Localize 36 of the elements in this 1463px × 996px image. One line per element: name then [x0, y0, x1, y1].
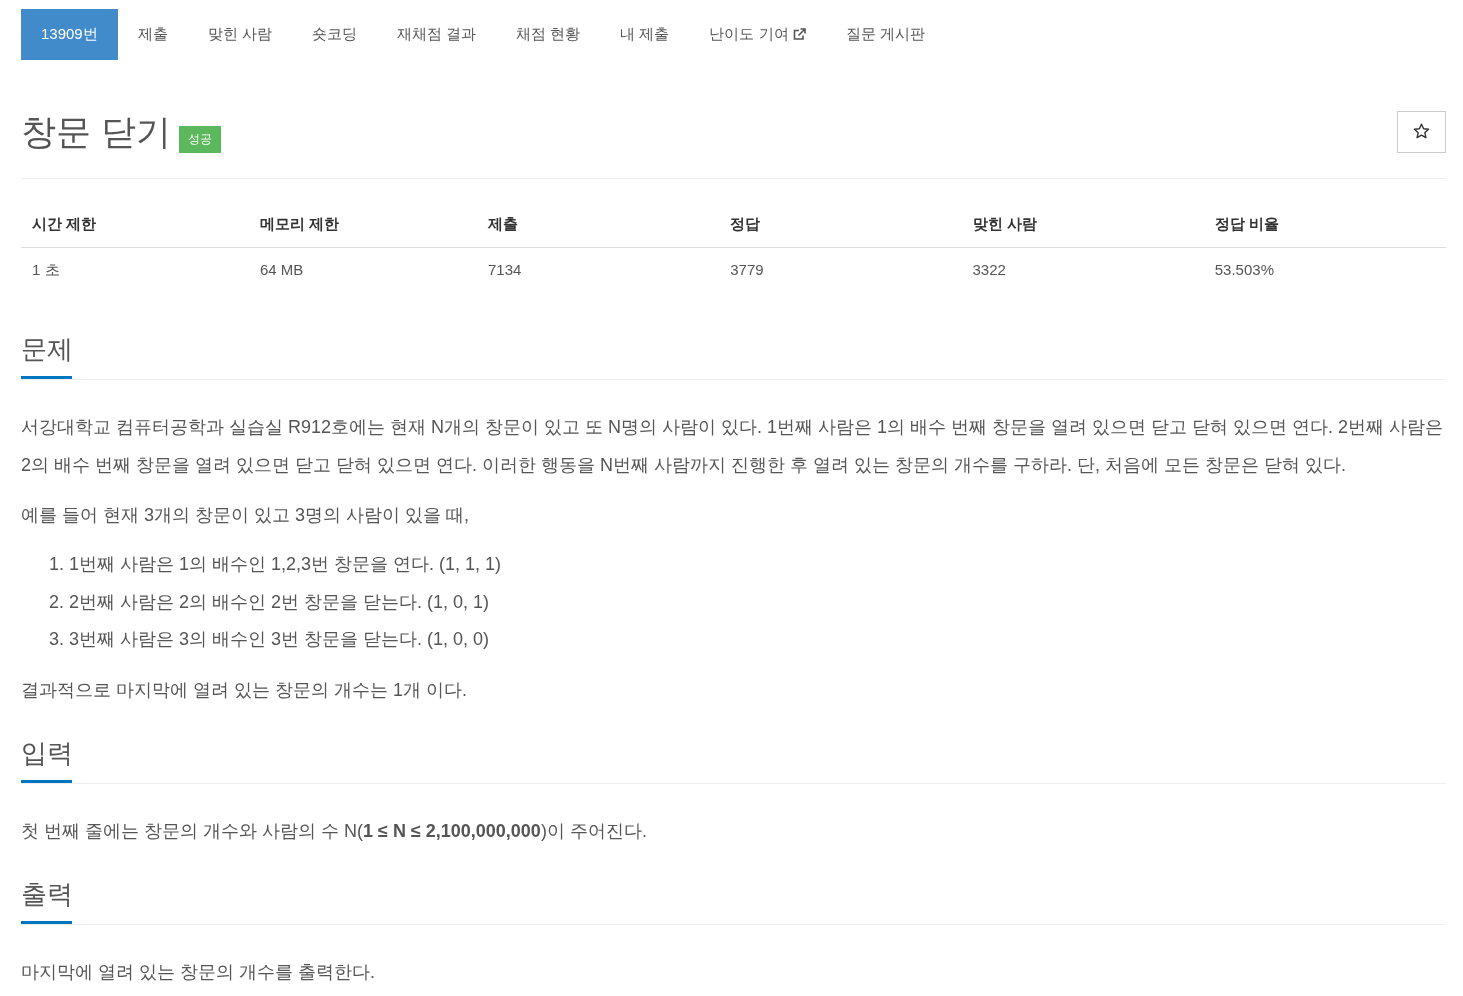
column-header: 메모리 제한	[249, 201, 477, 248]
paragraph: 결과적으로 마지막에 열려 있는 창문의 개수는 1개 이다.	[21, 678, 469, 702]
list-item: 1. 1번째 사람은 1의 배수인 1,2,3번 창문을 연다. (1, 1, 1)	[49, 553, 503, 576]
nav-tab[interactable]: 13909번	[21, 9, 118, 60]
nav-tab[interactable]: 질문 게시판	[825, 9, 945, 60]
paragraph: 첫 번째 줄에는 창문의 개수와 사람의 수 N(1 ≤ N ≤ 2,100,000,000)이 주어진다.	[21, 819, 648, 843]
nav-tab[interactable]: 채점 현황	[496, 9, 601, 60]
status-badge: 성공	[178, 126, 221, 153]
nav-tab[interactable]: 숏코딩	[291, 9, 377, 60]
column-header: 시간 제한	[21, 201, 249, 248]
paragraph: 마지막에 열려 있는 창문의 개수를 출력한다.	[21, 960, 376, 984]
list-item: 3. 3번째 사람은 3의 배수인 3번 창문을 닫는다. (1, 0, 0)	[49, 628, 491, 651]
table-cell-text: 3322	[971, 260, 1007, 280]
nav-tab[interactable]: 맞힌 사람	[187, 9, 292, 60]
table-cell-text: 53.503%	[1213, 260, 1275, 280]
table-cell-text: 64 MB	[259, 260, 305, 280]
paragraph: 서강대학교 컴퓨터공학과 실습실 R912호에는 현재 N개의 창문이 있고 또 N명의 사람이 있다. 1번째 사람은 1의 배수 번째 창문을 열려 있으면 닫고 닫혀 있으면 연다. 2번째 사람은 2의 배수 번째 창문을 열려 있으면 닫고 닫혀 있으면 연다. 이러한 행동을 N번째 사람까지 진행한 후 열려 있는 창문의 개수를 구하라. 단, 처음에 모든 창문은 닫혀 있다.	[21, 416, 1445, 477]
table-cell-text: 1 초	[31, 260, 61, 280]
section-heading: 입력	[21, 738, 74, 770]
paragraph: 예를 들어 현재 3개의 창문이 있고 3명의 사람이 있을 때,	[21, 504, 471, 527]
star-icon	[1413, 123, 1430, 140]
nav-tab[interactable]: 내 제출	[600, 9, 690, 60]
nav-tab[interactable]: 제출	[117, 9, 188, 60]
column-header: 정답	[719, 201, 962, 248]
list-item: 2. 2번째 사람은 2의 배수인 2번 창문을 닫는다. (1, 0, 1)	[49, 590, 491, 614]
favorite-button[interactable]	[1397, 110, 1446, 153]
section-heading: 출력	[21, 879, 74, 911]
nav-tab[interactable]: 재채점 결과	[376, 9, 497, 60]
table-cell-text: 7134	[487, 260, 523, 280]
nav-tab[interactable]: 난이도 기여	[689, 9, 826, 60]
problem-title: 창문 닫기	[21, 110, 171, 153]
column-header: 맞힌 사람	[961, 201, 1204, 248]
table-cell-text: 3779	[729, 260, 765, 280]
section-heading: 문제	[21, 335, 74, 366]
column-header: 정답 비율	[1203, 201, 1446, 248]
column-header: 제출	[477, 201, 720, 248]
